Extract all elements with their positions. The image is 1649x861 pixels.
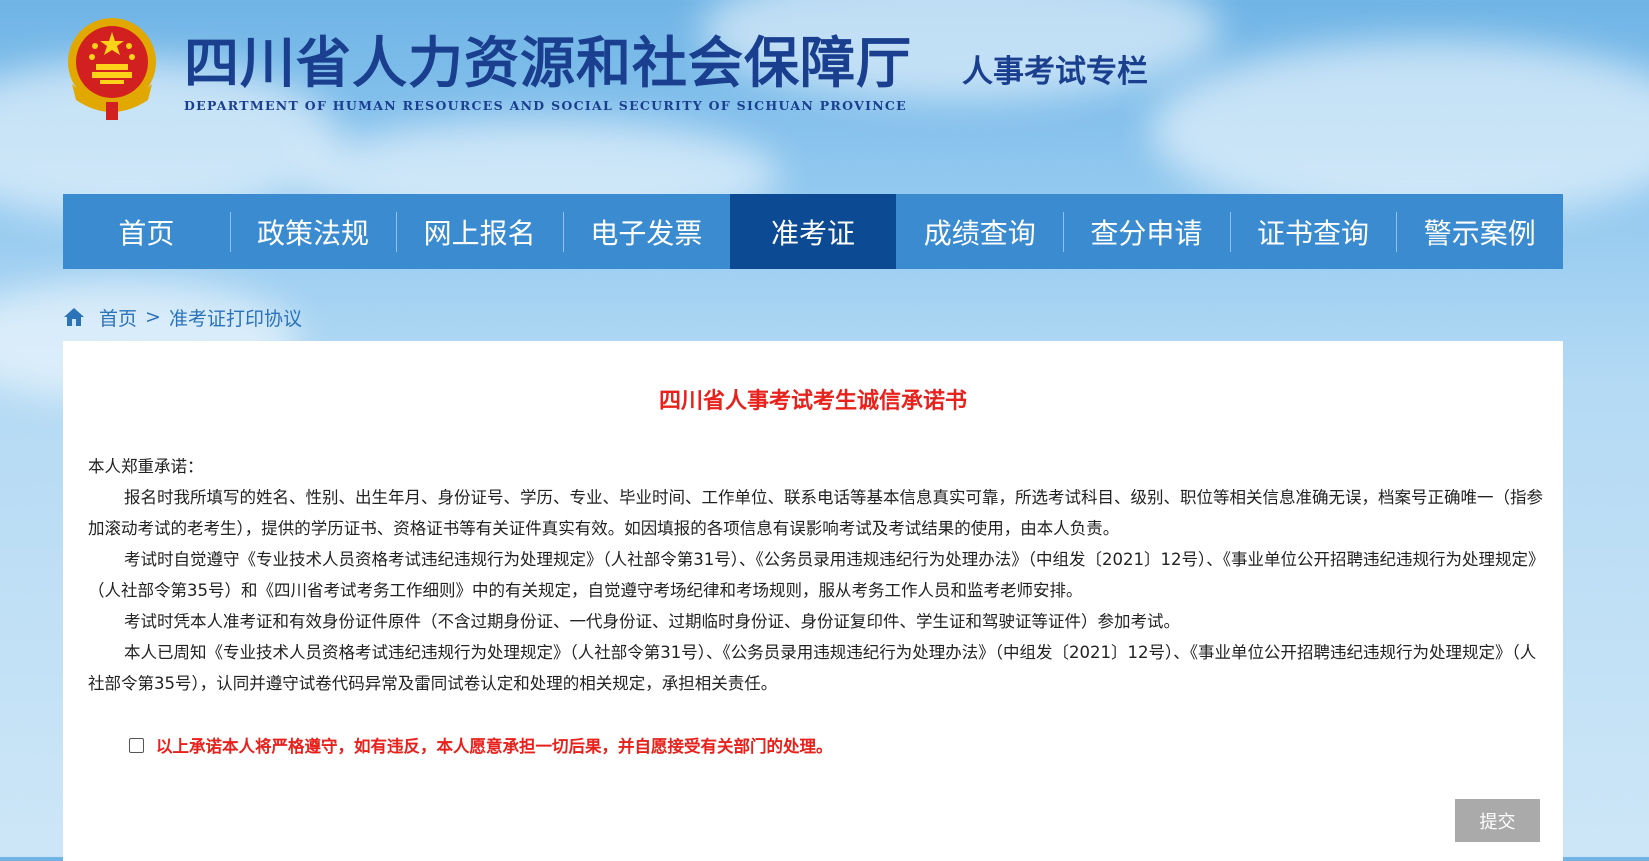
agree-checkbox[interactable] — [129, 737, 144, 753]
nav-item-admission-ticket[interactable]: 准考证 — [729, 194, 897, 269]
home-icon — [64, 308, 84, 326]
site-title: 四川省人力资源和社会保障厅 — [184, 30, 913, 95]
site-header: 四川省人力资源和社会保障厅 DEPARTMENT OF HUMAN RESOUR… — [0, 0, 1649, 190]
national-emblem-icon — [68, 18, 156, 120]
document-paragraph: 报名时我所填写的姓名、性别、出生年月、身份证号、学历、专业、毕业时间、工作单位、… — [88, 488, 1543, 538]
document-title: 四川省人事考试考生诚信承诺书 — [658, 389, 967, 414]
document-body: 本人郑重承诺： 报名时我所填写的姓名、性别、出生年月、身份证号、学历、专业、毕业… — [88, 451, 1548, 699]
nav-item-online-registration[interactable]: 网上报名 — [396, 194, 563, 269]
nav-item-policy[interactable]: 政策法规 — [229, 194, 397, 269]
nav-item-score-query[interactable]: 成绩查询 — [896, 194, 1063, 269]
site-title-english: DEPARTMENT OF HUMAN RESOURCES AND SOCIAL… — [184, 98, 908, 113]
agreement-row: 以上承诺本人将严格遵守，如有违反，本人愿意承担一切后果，并自愿接受有关部门的处理… — [129, 733, 833, 757]
nav-item-home[interactable]: 首页 — [63, 194, 230, 269]
nav-item-e-invoice[interactable]: 电子发票 — [563, 194, 730, 269]
submit-button[interactable]: 提交 — [1455, 799, 1540, 842]
nav-item-warning-cases[interactable]: 警示案例 — [1396, 194, 1563, 269]
breadcrumb-current[interactable]: 准考证打印协议 — [169, 304, 302, 331]
breadcrumb: 首页 > 准考证打印协议 — [63, 302, 302, 332]
document-intro: 本人郑重承诺： — [88, 457, 204, 476]
breadcrumb-home-link[interactable]: 首页 — [99, 304, 137, 331]
breadcrumb-separator: > — [145, 306, 161, 328]
section-title: 人事考试专栏 — [962, 54, 1148, 90]
agree-label[interactable]: 以上承诺本人将严格遵守，如有违反，本人愿意承担一切后果，并自愿接受有关部门的处理… — [156, 733, 833, 757]
content-panel: 四川省人事考试考生诚信承诺书 本人郑重承诺： 报名时我所填写的姓名、性别、出生年… — [63, 341, 1563, 861]
document-paragraph: 考试时凭本人准考证和有效身份证件原件（不含过期身份证、一代身份证、过期临时身份证… — [124, 612, 1180, 631]
nav-item-score-review[interactable]: 查分申请 — [1063, 194, 1230, 269]
nav-item-certificate-query[interactable]: 证书查询 — [1229, 194, 1397, 269]
main-nav: 首页 政策法规 网上报名 电子发票 准考证 成绩查询 查分申请 证书查询 警示案… — [63, 194, 1563, 269]
document-paragraph: 考试时自觉遵守《专业技术人员资格考试违纪违规行为处理规定》（人社部令第31号）、… — [88, 550, 1545, 600]
document-paragraph: 本人已周知《专业技术人员资格考试违纪违规行为处理规定》（人社部令第31号）、《公… — [88, 643, 1537, 693]
